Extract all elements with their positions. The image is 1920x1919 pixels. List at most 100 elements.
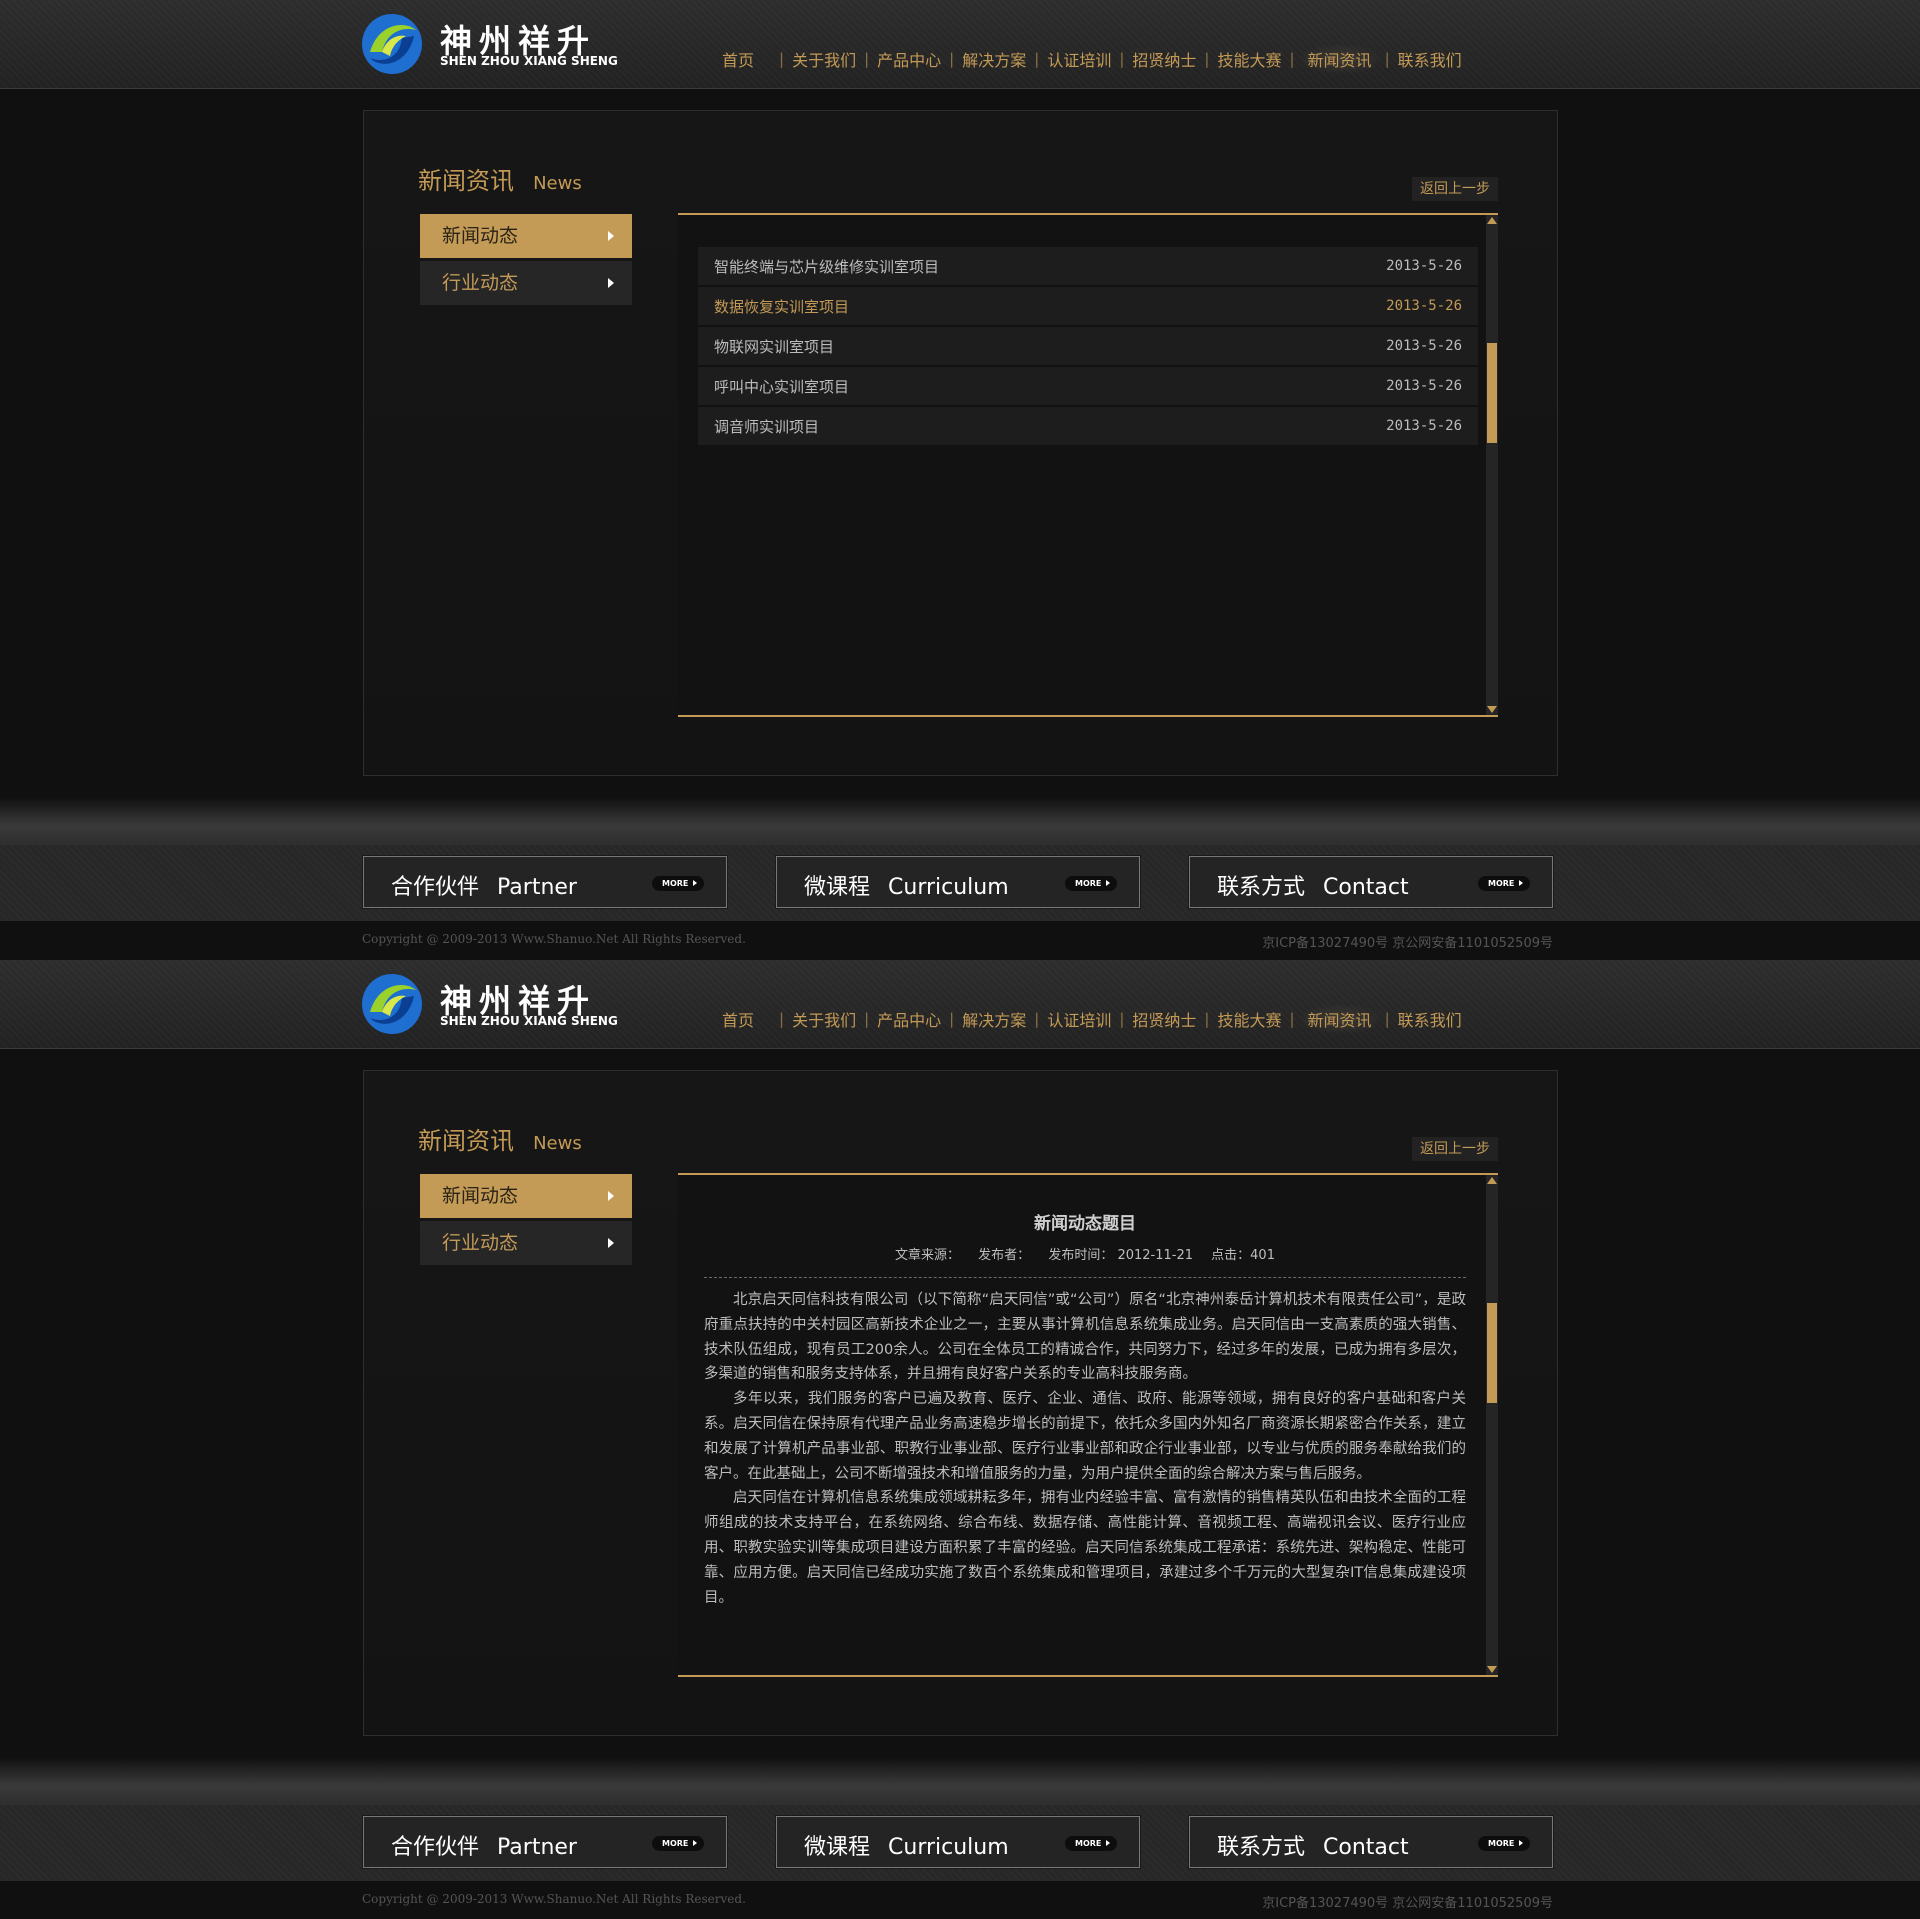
news-row[interactable]: 调音师实训项目 2013-5-26 [698,407,1478,445]
article-paragraph: 多年以来，我们服务的客户已遍及教育、医疗、企业、通信、政府、能源等领域，拥有良好… [704,1391,1466,1482]
scroll-down-arrow-icon[interactable] [1487,706,1497,713]
news-row[interactable]: 物联网实训室项目 2013-5-26 [698,327,1478,365]
more-button[interactable]: MORE [652,1836,704,1851]
more-button[interactable]: MORE [652,876,704,891]
curriculum-box[interactable]: 微课程 Curriculum MORE [775,1815,1141,1869]
site-header: 神州祥升 SHEN ZHOU XIANG SHENG 首页 | 关于我们 | 产… [0,960,1920,1049]
more-arrow-icon [1106,880,1110,886]
nav-item-about[interactable]: 关于我们 [787,47,861,71]
nav-item-solutions[interactable]: 解决方案 [957,47,1031,71]
nav-separator: | [1119,1010,1125,1028]
nav-item-training[interactable]: 认证培训 [1042,1007,1116,1031]
more-label: MORE [1075,1839,1102,1848]
news-list: 智能终端与芯片级维修实训室项目 2013-5-26 数据恢复实训室项目 2013… [698,247,1478,447]
contact-box[interactable]: 联系方式 Contact MORE [1188,855,1554,909]
article-paragraph: 启天同信在计算机信息系统集成领域耕耘多年，拥有业内经验丰富、富有激情的销售精英队… [704,1490,1466,1606]
news-detail-page: 神州祥升 SHEN ZHOU XIANG SHENG 首页 | 关于我们 | 产… [0,960,1920,1919]
back-button[interactable]: 返回上一步 [1412,177,1498,201]
section-title-cn: 新闻资讯 [418,1127,514,1155]
side-item-news-updates[interactable]: 新闻动态 [420,214,632,258]
partner-label-en: Partner [497,875,577,900]
nav-separator: | [1204,1010,1210,1028]
side-item-industry-news[interactable]: 行业动态 [420,1221,632,1265]
news-date: 2013-5-26 [1386,258,1462,274]
side-item-news-updates[interactable]: 新闻动态 [420,1174,632,1218]
nav-item-news[interactable]: 新闻资讯 [1297,1004,1382,1034]
news-row[interactable]: 数据恢复实训室项目 2013-5-26 [698,287,1478,325]
nav-separator: | [1289,50,1295,68]
more-button[interactable]: MORE [1065,876,1117,891]
partner-box[interactable]: 合作伙伴 Partner MORE [362,1815,728,1869]
scrollbar[interactable] [1486,215,1498,715]
nav-item-products[interactable]: 产品中心 [872,1007,946,1031]
article-time: 发布时间： 2012-11-21 [1048,1248,1194,1263]
curriculum-box[interactable]: 微课程 Curriculum MORE [775,855,1141,909]
scroll-down-arrow-icon[interactable] [1487,1666,1497,1673]
more-button[interactable]: MORE [1478,1836,1530,1851]
logo-swirl-icon [362,14,422,74]
contact-box[interactable]: 联系方式 Contact MORE [1188,1815,1554,1869]
scroll-up-arrow-icon[interactable] [1487,217,1497,224]
news-date: 2013-5-26 [1386,378,1462,394]
nav-item-home[interactable]: 首页 [710,1007,776,1031]
article-meta: 文章来源： 发布者： 发布时间： 2012-11-21 点击：401 [704,1244,1466,1263]
scrollbar-thumb[interactable] [1487,343,1497,443]
nav-item-news[interactable]: 新闻资讯 [1297,44,1382,74]
copyright-text: Copyright @ 2009-2013 Www.Shanuo.Net All… [362,1892,746,1906]
site-logo[interactable]: 神州祥升 SHEN ZHOU XIANG SHENG [360,12,618,78]
news-list-page: 神州祥升 SHEN ZHOU XIANG SHENG 首页 | 关于我们 | 产… [0,0,1920,960]
section-title: 新闻资讯 News [418,161,582,196]
nav-separator: | [949,1010,955,1028]
article-author: 发布者： [978,1248,1031,1263]
nav-item-about[interactable]: 关于我们 [787,1007,861,1031]
more-label: MORE [662,879,689,888]
back-button[interactable]: 返回上一步 [1412,1137,1498,1161]
contact-label-en: Contact [1323,1835,1409,1860]
more-arrow-icon [1519,880,1523,886]
article-title: 新闻动态题目 [1034,1214,1136,1234]
copyright-text: Copyright @ 2009-2013 Www.Shanuo.Net All… [362,932,746,946]
nav-item-training[interactable]: 认证培训 [1042,47,1116,71]
contact-label-cn: 联系方式 [1217,875,1306,900]
partner-box[interactable]: 合作伙伴 Partner MORE [362,855,728,909]
side-item-label: 新闻动态 [442,225,519,247]
partner-label-en: Partner [497,1835,577,1860]
side-item-label: 行业动态 [442,272,519,294]
news-date: 2013-5-26 [1386,298,1462,314]
nav-separator: | [779,1010,785,1028]
curriculum-label-en: Curriculum [888,1835,1009,1860]
article: 新闻动态题目 文章来源： 发布者： 发布时间： 2012-11-21 点击：40… [704,1205,1466,1610]
nav-item-jobs[interactable]: 招贤纳士 [1127,47,1201,71]
side-item-industry-news[interactable]: 行业动态 [420,261,632,305]
icp-text: 京ICP备13027490号 京公网安备1101052509号 [1262,936,1553,951]
chevron-right-icon [608,1191,614,1201]
nav-item-contact[interactable]: 联系我们 [1393,1007,1467,1031]
nav-item-solutions[interactable]: 解决方案 [957,1007,1031,1031]
section-title-en: News [533,1133,582,1154]
curriculum-label: 微课程 Curriculum [804,869,1009,901]
site-header: 神州祥升 SHEN ZHOU XIANG SHENG 首页 | 关于我们 | 产… [0,0,1920,89]
news-row[interactable]: 智能终端与芯片级维修实训室项目 2013-5-26 [698,247,1478,285]
more-arrow-icon [1519,1840,1523,1846]
nav-item-products[interactable]: 产品中心 [872,47,946,71]
scroll-up-arrow-icon[interactable] [1487,1177,1497,1184]
decor-band [0,797,1920,845]
side-menu: 新闻动态 行业动态 [420,214,632,308]
scrollbar[interactable] [1486,1175,1498,1675]
scrollbar-thumb[interactable] [1487,1303,1497,1403]
nav-separator: | [864,1010,870,1028]
nav-item-contest[interactable]: 技能大赛 [1212,1007,1286,1031]
contact-label-en: Contact [1323,875,1409,900]
nav-item-contest[interactable]: 技能大赛 [1212,47,1286,71]
nav-item-home[interactable]: 首页 [710,47,776,71]
news-row[interactable]: 呼叫中心实训室项目 2013-5-26 [698,367,1478,405]
chevron-right-icon [608,231,614,241]
nav-separator: | [1204,50,1210,68]
more-button[interactable]: MORE [1065,1836,1117,1851]
partner-label-cn: 合作伙伴 [391,1835,480,1860]
nav-separator: | [1034,50,1040,68]
more-button[interactable]: MORE [1478,876,1530,891]
nav-item-jobs[interactable]: 招贤纳士 [1127,1007,1201,1031]
nav-item-contact[interactable]: 联系我们 [1393,47,1467,71]
site-logo[interactable]: 神州祥升 SHEN ZHOU XIANG SHENG [360,972,618,1038]
